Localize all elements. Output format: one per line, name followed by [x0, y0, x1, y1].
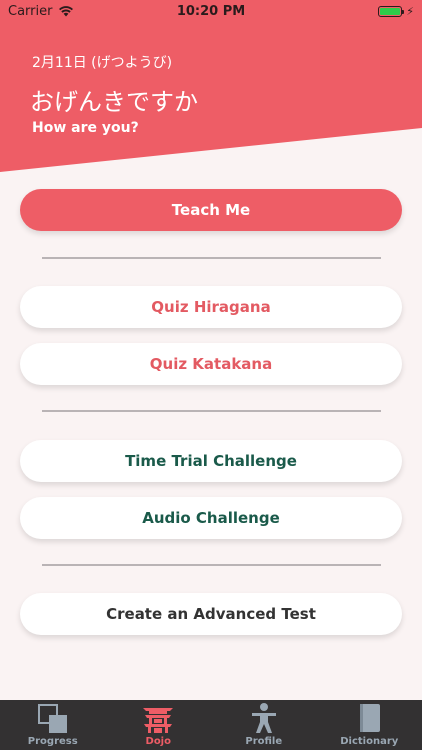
tab-label: Dojo: [145, 736, 171, 747]
tab-label: Dictionary: [340, 736, 399, 747]
tab-label: Profile: [245, 736, 283, 747]
status-right: ⚡: [378, 5, 414, 18]
quiz-katakana-button[interactable]: Quiz Katakana: [20, 343, 402, 385]
dojo-icon: [141, 702, 175, 734]
carrier-label: Carrier: [8, 3, 53, 19]
tab-bar: Progress Dojo Profile Dictionary: [0, 700, 422, 750]
divider: [42, 410, 381, 412]
tab-profile[interactable]: Profile: [211, 700, 317, 750]
progress-icon: [36, 702, 70, 734]
create-advanced-test-button[interactable]: Create an Advanced Test: [20, 593, 402, 635]
greeting-title: おげんきですか: [30, 88, 198, 116]
tab-dictionary[interactable]: Dictionary: [317, 700, 422, 750]
divider: [42, 257, 381, 259]
tab-label: Progress: [27, 736, 78, 747]
profile-icon: [247, 702, 281, 734]
teach-me-button[interactable]: Teach Me: [20, 189, 402, 231]
dictionary-icon: [352, 702, 386, 734]
date-label: 2月11日 (げつようび): [32, 55, 173, 71]
tab-progress[interactable]: Progress: [0, 700, 106, 750]
status-bar: Carrier 10:20 PM ⚡: [0, 0, 422, 22]
status-left: Carrier: [8, 4, 74, 19]
audio-challenge-button[interactable]: Audio Challenge: [20, 497, 402, 539]
time-trial-challenge-button[interactable]: Time Trial Challenge: [20, 440, 402, 482]
quiz-hiragana-button[interactable]: Quiz Hiragana: [20, 286, 402, 328]
wifi-icon: [58, 5, 74, 17]
charging-icon: ⚡: [406, 4, 414, 18]
tab-dojo[interactable]: Dojo: [106, 700, 212, 750]
battery-icon: [378, 5, 405, 17]
divider: [42, 564, 381, 566]
greeting-translation: How are you?: [32, 120, 139, 136]
